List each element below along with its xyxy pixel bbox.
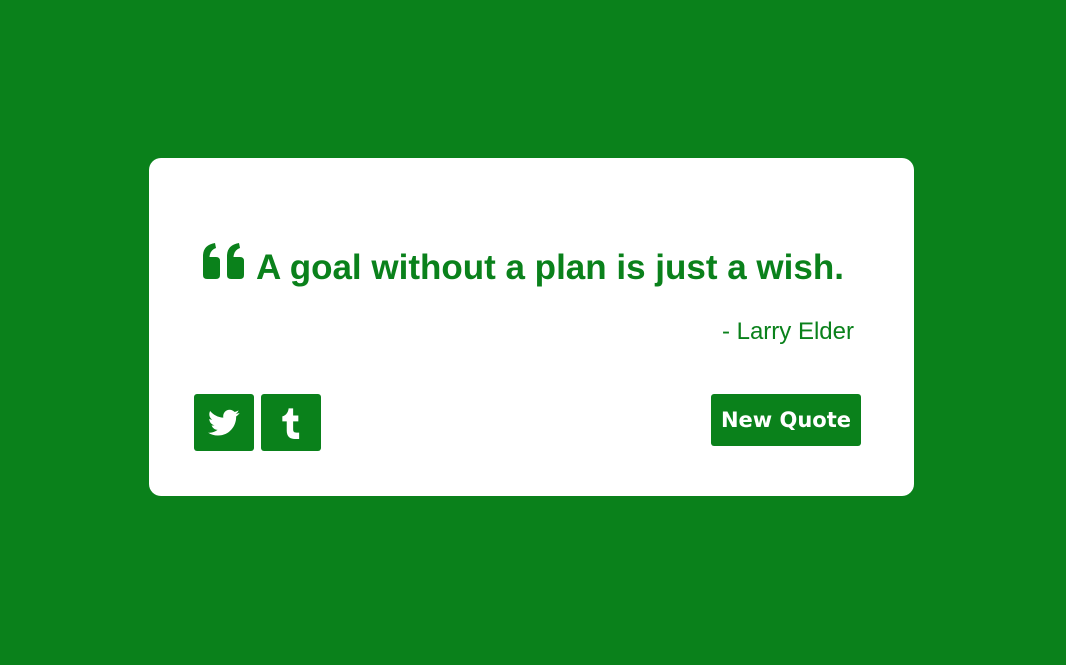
tweet-quote-button[interactable]	[194, 394, 254, 451]
quote-author: - Larry Elder	[721, 318, 854, 345]
quote-left-icon	[203, 243, 244, 279]
quote-box: A goal without a plan is just a wish. - …	[149, 158, 914, 496]
quote-row: A goal without a plan is just a wish.	[199, 240, 879, 285]
new-quote-button[interactable]: New Quote	[711, 394, 861, 446]
tumblr-icon	[282, 407, 300, 439]
twitter-icon	[208, 409, 240, 436]
quote-text: A goal without a plan is just a wish.	[256, 248, 844, 287]
tumblr-share-button[interactable]	[261, 394, 321, 451]
